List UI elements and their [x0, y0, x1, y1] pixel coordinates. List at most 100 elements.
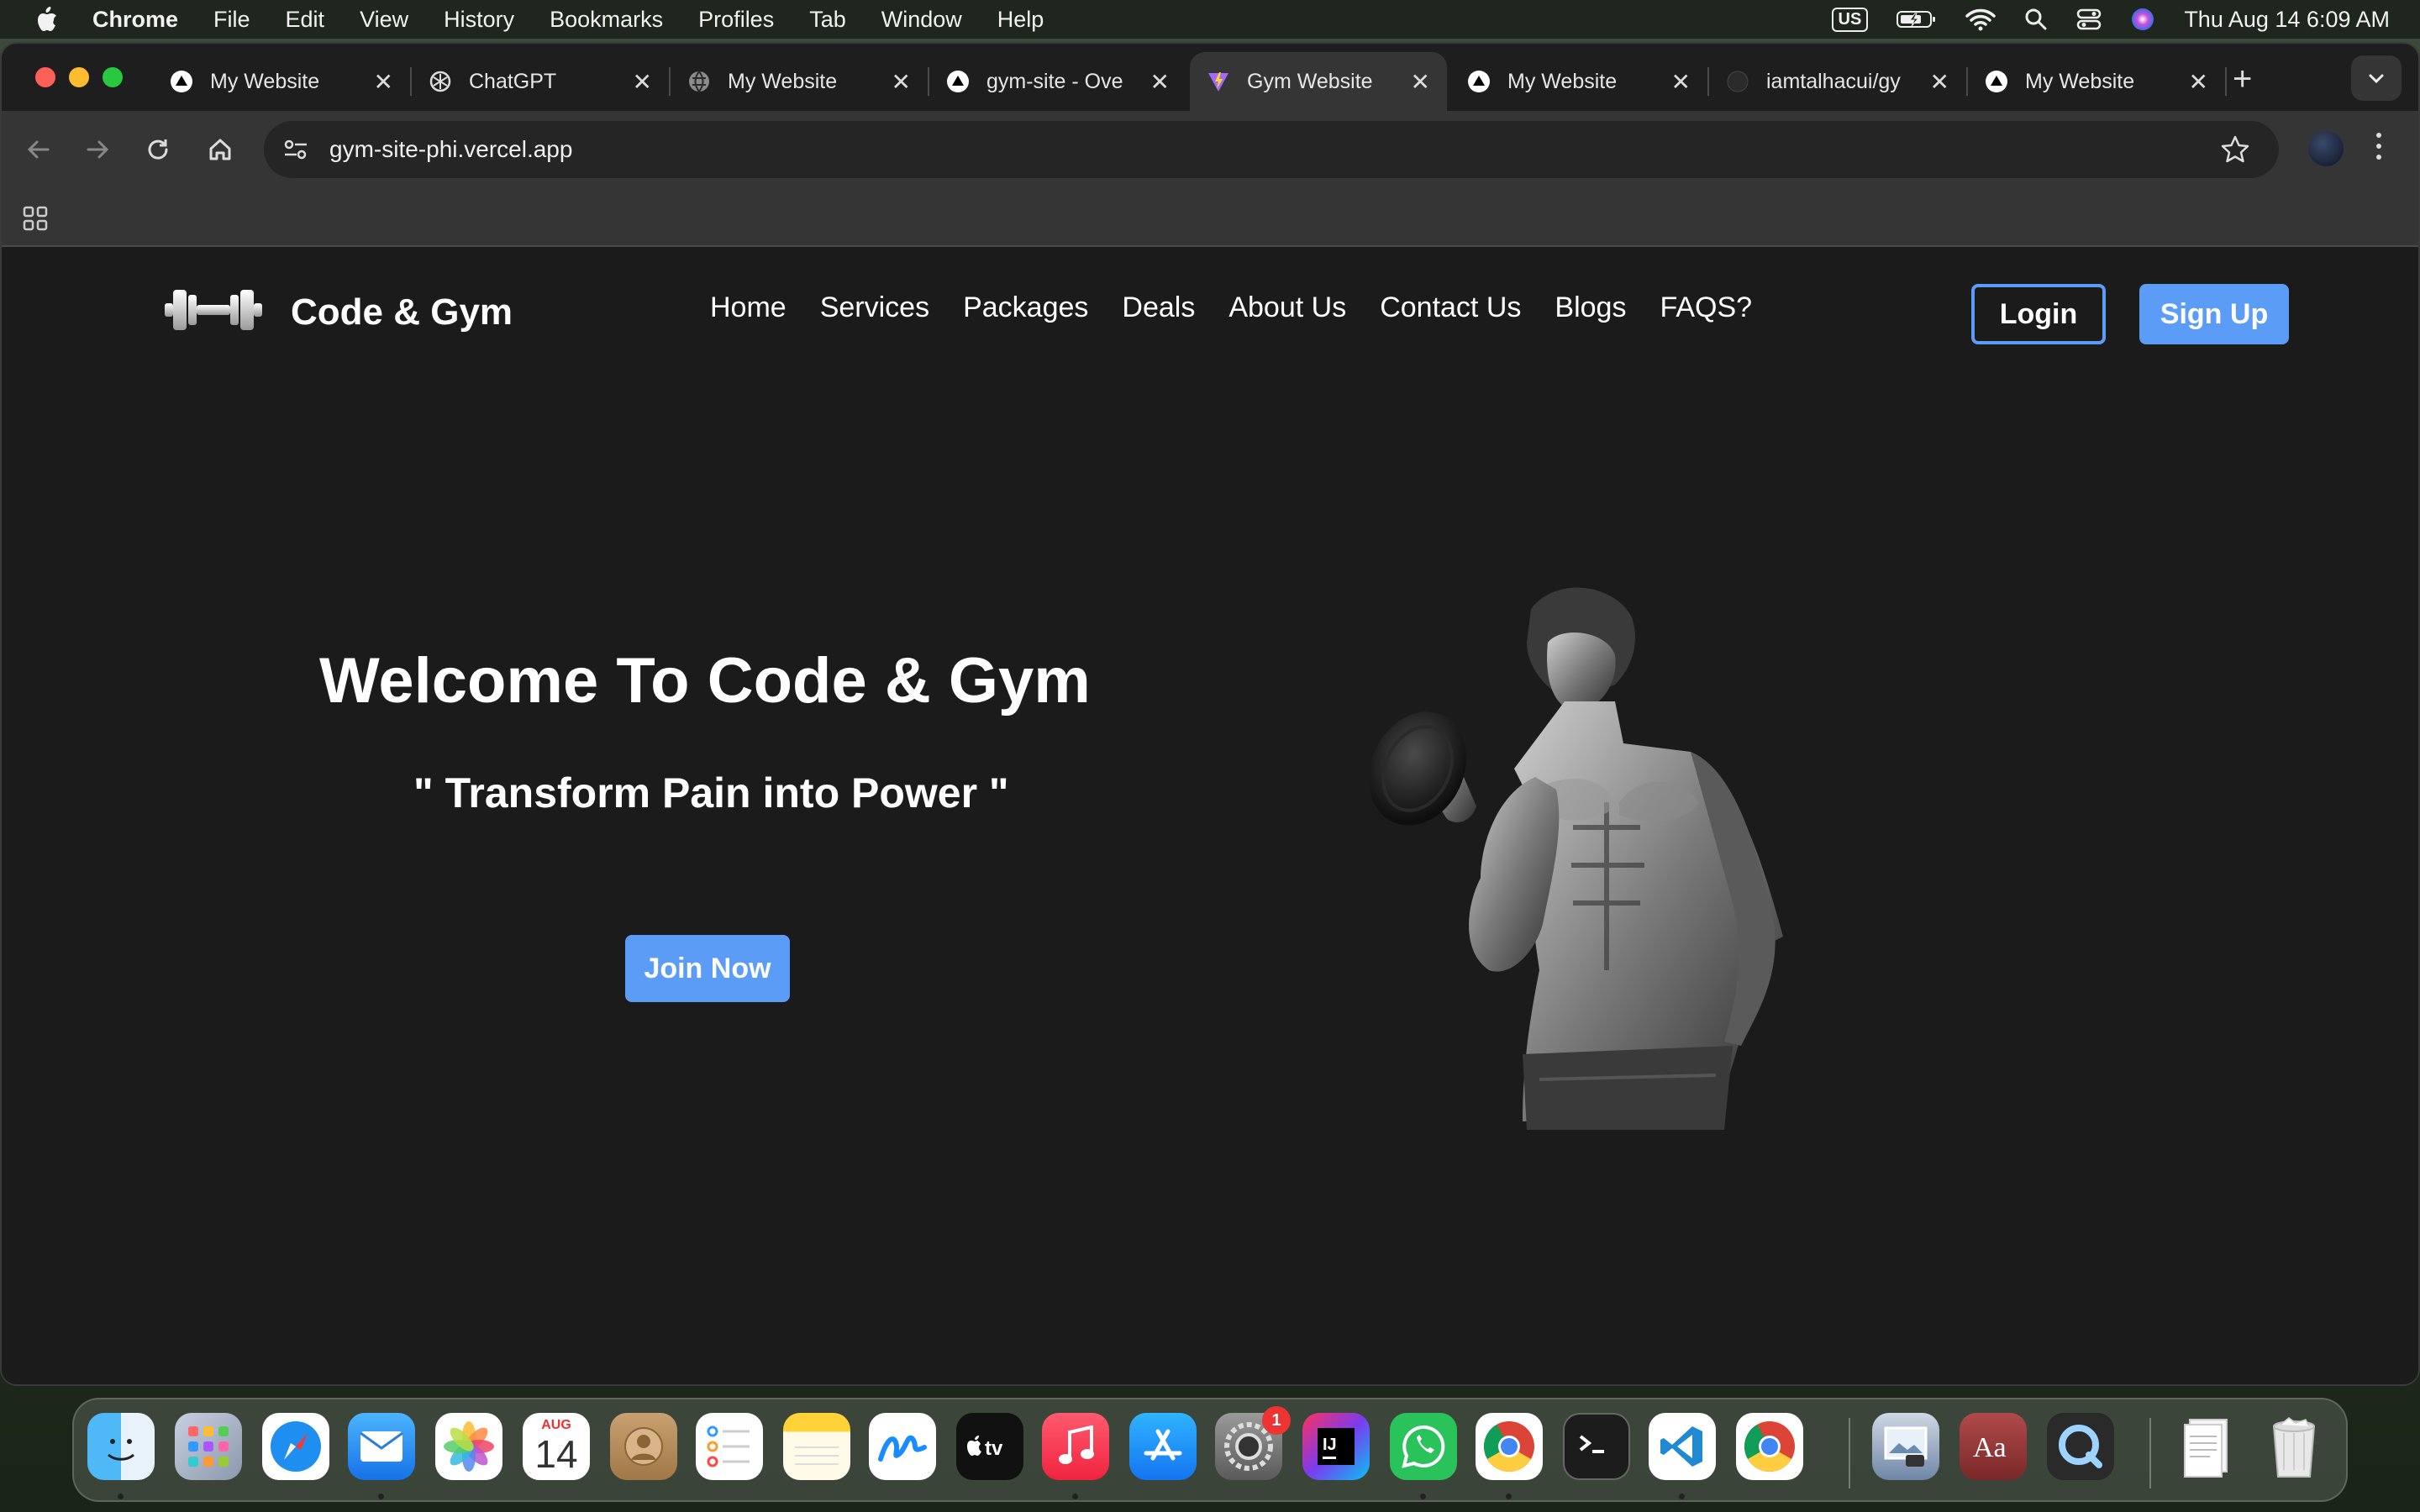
close-tab-icon[interactable]: ✕: [2189, 68, 2208, 96]
menu-edit[interactable]: Edit: [286, 7, 325, 33]
tab-separator: [2225, 67, 2227, 96]
url-text[interactable]: gym-site-phi.vercel.app: [329, 136, 572, 163]
dumbbell-logo-icon[interactable]: [165, 285, 262, 335]
battery-icon[interactable]: [1897, 9, 1937, 29]
nav-link-contact[interactable]: Contact Us: [1380, 291, 1521, 324]
close-window-button[interactable]: [35, 67, 55, 87]
control-center-icon[interactable]: [2076, 8, 2102, 31]
menu-bookmarks[interactable]: Bookmarks: [550, 7, 663, 33]
tab-github-repo[interactable]: iamtalhacui/gy ✕: [1709, 52, 1968, 111]
tab-my-website-3[interactable]: My Website ✕: [1450, 52, 1709, 111]
dictionary-icon[interactable]: Aa: [1960, 1413, 2027, 1480]
site-nav-links: Home Services Packages Deals About Us Co…: [710, 291, 1752, 324]
menu-history[interactable]: History: [444, 7, 514, 33]
close-tab-icon[interactable]: ✕: [1411, 68, 1430, 96]
menu-file[interactable]: File: [213, 7, 250, 33]
safari-icon[interactable]: [262, 1413, 329, 1480]
profile-avatar[interactable]: [2308, 131, 2344, 166]
bookmark-star-icon[interactable]: [2220, 134, 2250, 169]
contacts-icon[interactable]: [610, 1413, 677, 1480]
preview-icon[interactable]: [1872, 1413, 1939, 1480]
trash-icon[interactable]: [2260, 1413, 2328, 1480]
music-icon[interactable]: [1042, 1413, 1109, 1480]
close-tab-icon[interactable]: ✕: [633, 68, 652, 96]
documents-icon[interactable]: [2173, 1413, 2240, 1480]
wifi-icon[interactable]: [1965, 8, 1996, 31]
settings-icon[interactable]: 1: [1215, 1406, 1291, 1480]
close-tab-icon[interactable]: ✕: [892, 68, 911, 96]
menu-window[interactable]: Window: [881, 7, 962, 33]
apps-grid-icon[interactable]: [22, 205, 49, 236]
menu-tab[interactable]: Tab: [809, 7, 846, 33]
notes-icon[interactable]: [783, 1413, 850, 1480]
tab-title: gym-site - Ove: [986, 69, 1123, 93]
tab-search-button[interactable]: [2351, 55, 2402, 101]
new-tab-button[interactable]: +: [2233, 60, 2252, 98]
close-tab-icon[interactable]: ✕: [1150, 68, 1170, 96]
login-button[interactable]: Login: [1971, 284, 2106, 344]
site-info-icon[interactable]: [277, 131, 314, 168]
mail-icon[interactable]: [348, 1413, 415, 1480]
tab-gym-site-overview[interactable]: gym-site - Ove ✕: [929, 52, 1186, 111]
siri-icon[interactable]: [2130, 7, 2155, 32]
address-bar[interactable]: gym-site-phi.vercel.app: [264, 121, 2279, 178]
signup-button[interactable]: Sign Up: [2139, 284, 2289, 344]
svg-text:tv: tv: [985, 1437, 1003, 1459]
terminal-icon[interactable]: [1563, 1413, 1630, 1480]
notification-badge: 1: [1262, 1406, 1291, 1435]
apple-icon[interactable]: [34, 5, 59, 34]
reload-icon[interactable]: [143, 134, 173, 165]
home-icon[interactable]: [205, 134, 235, 165]
spotlight-search-icon[interactable]: [2024, 8, 2048, 31]
freeform-icon[interactable]: [869, 1413, 936, 1480]
join-now-button[interactable]: Join Now: [625, 935, 790, 1002]
nav-link-blogs[interactable]: Blogs: [1555, 291, 1626, 324]
svg-text:Aa: Aa: [1973, 1432, 2007, 1463]
forward-arrow-icon[interactable]: [82, 134, 113, 165]
appletv-icon[interactable]: tv: [956, 1413, 1023, 1480]
more-menu-icon[interactable]: [2376, 133, 2385, 165]
nav-link-services[interactable]: Services: [820, 291, 929, 324]
tab-my-website-2[interactable]: My Website ✕: [671, 52, 929, 111]
window-controls: [35, 67, 123, 87]
menu-view[interactable]: View: [360, 7, 408, 33]
vscode-icon[interactable]: [1649, 1413, 1716, 1480]
tab-my-website-1[interactable]: My Website ✕: [153, 52, 412, 111]
back-arrow-icon[interactable]: [24, 134, 54, 165]
nav-link-packages[interactable]: Packages: [963, 291, 1088, 324]
appstore-icon[interactable]: [1129, 1413, 1197, 1480]
site-brand[interactable]: Code & Gym: [291, 291, 513, 333]
whatsapp-icon[interactable]: [1390, 1413, 1457, 1480]
input-source-indicator[interactable]: US: [1831, 7, 1869, 32]
menu-clock[interactable]: Thu Aug 14 6:09 AM: [2184, 7, 2390, 33]
nav-link-about[interactable]: About Us: [1228, 291, 1346, 324]
quicktime-icon[interactable]: [2047, 1413, 2114, 1480]
tab-gym-website-active[interactable]: Gym Website ✕: [1190, 52, 1447, 111]
browser-window: My Website ✕ ChatGPT ✕ My Website ✕ gym-…: [0, 42, 2420, 1386]
close-tab-icon[interactable]: ✕: [1930, 68, 1949, 96]
dock: AUG 14 tv 1 IJ Aa: [72, 1398, 2348, 1502]
menu-app-name[interactable]: Chrome: [92, 7, 178, 33]
running-indicator: [1679, 1494, 1685, 1499]
reminders-icon[interactable]: [696, 1413, 763, 1480]
close-tab-icon[interactable]: ✕: [1671, 68, 1691, 96]
nav-link-faqs[interactable]: FAQS?: [1660, 291, 1752, 324]
nav-link-deals[interactable]: Deals: [1122, 291, 1195, 324]
chrome-icon[interactable]: [1476, 1413, 1543, 1480]
chrome-icon[interactable]: [1736, 1413, 1803, 1480]
nav-link-home[interactable]: Home: [710, 291, 786, 324]
close-tab-icon[interactable]: ✕: [374, 68, 393, 96]
chevron-down-icon: [2369, 74, 2384, 84]
photos-icon[interactable]: [435, 1413, 502, 1480]
menu-profiles[interactable]: Profiles: [698, 7, 774, 33]
finder-icon[interactable]: [87, 1413, 155, 1480]
web-page: Code & Gym Home Services Packages Deals …: [2, 248, 2418, 1384]
zoom-window-button[interactable]: [103, 67, 123, 87]
calendar-icon[interactable]: AUG 14: [523, 1413, 590, 1480]
minimize-window-button[interactable]: [69, 67, 89, 87]
tab-chatgpt[interactable]: ChatGPT ✕: [412, 52, 671, 111]
menu-help[interactable]: Help: [997, 7, 1044, 33]
tab-my-website-4[interactable]: My Website ✕: [1968, 52, 2227, 111]
intellij-icon[interactable]: IJ: [1302, 1413, 1370, 1480]
launchpad-icon[interactable]: [175, 1413, 242, 1480]
